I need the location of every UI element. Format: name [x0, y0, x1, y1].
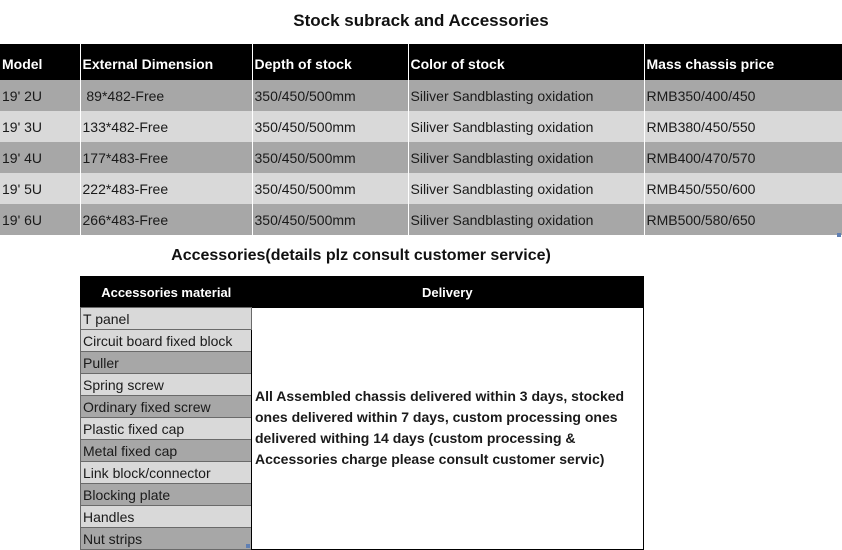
cell-model: 19' 6U: [0, 204, 81, 235]
cell-model: 19' 4U: [0, 142, 81, 173]
table-row: 19' 3U 133*482-Free 350/450/500mm Silive…: [0, 111, 842, 142]
cell-depth: 350/450/500mm: [252, 111, 409, 142]
cell-price: RMB500/580/650: [644, 204, 842, 235]
cell-depth: 350/450/500mm: [252, 173, 409, 204]
accessory-item: Spring screw: [80, 373, 252, 396]
cell-model: 19' 3U: [0, 111, 81, 142]
accessories-table: Accessories material Delivery T panel Al…: [80, 276, 644, 550]
cell-price: RMB400/470/570: [644, 142, 842, 173]
cell-external-dimension: 177*483-Free: [80, 142, 253, 173]
header-model: Model: [0, 44, 81, 80]
header-depth-of-stock: Depth of stock: [252, 44, 409, 80]
cell-external-dimension: 222*483-Free: [80, 173, 253, 204]
cell-external-dimension: 133*482-Free: [80, 111, 253, 142]
cell-external-dimension: 89*482-Free: [80, 80, 253, 111]
accessory-item: T panel: [80, 307, 252, 330]
cell-price: RMB380/450/550: [644, 111, 842, 142]
table-row: 19' 5U 222*483-Free 350/450/500mm Silive…: [0, 173, 842, 204]
table-row: 19' 4U 177*483-Free 350/450/500mm Silive…: [0, 142, 842, 173]
stock-table-header-row: Model External Dimension Depth of stock …: [0, 44, 842, 80]
accessories-header-row: Accessories material Delivery: [80, 276, 644, 308]
accessory-item: Blocking plate: [80, 483, 252, 506]
cell-depth: 350/450/500mm: [252, 142, 409, 173]
cell-color: Siliver Sandblasting oxidation: [408, 80, 645, 111]
cell-depth: 350/450/500mm: [252, 204, 409, 235]
page-title: Stock subrack and Accessories: [293, 11, 549, 30]
table-row: 19' 6U 266*483-Free 350/450/500mm Silive…: [0, 204, 842, 235]
header-accessories-material: Accessories material: [80, 276, 252, 308]
stock-table: Model External Dimension Depth of stock …: [0, 44, 842, 235]
cell-price: RMB450/550/600: [644, 173, 842, 204]
cell-model: 19' 2U: [0, 80, 81, 111]
list-item: T panel All Assembled chassis delivered …: [80, 307, 644, 550]
delivery-info: All Assembled chassis delivered within 3…: [251, 307, 644, 550]
cell-color: Siliver Sandblasting oxidation: [408, 142, 645, 173]
accessory-item: Metal fixed cap: [80, 439, 252, 462]
cell-color: Siliver Sandblasting oxidation: [408, 204, 645, 235]
accessory-item: Circuit board fixed block: [80, 329, 252, 352]
header-delivery: Delivery: [251, 276, 644, 308]
header-external-dimension: External Dimension: [80, 44, 253, 80]
accessory-item: Ordinary fixed screw: [80, 395, 252, 418]
accessory-item: Plastic fixed cap: [80, 417, 252, 440]
resize-handle-icon: [246, 544, 250, 548]
accessory-item: Nut strips: [80, 527, 252, 550]
header-mass-chassis-price: Mass chassis price: [644, 44, 842, 80]
cell-price: RMB350/400/450: [644, 80, 842, 111]
accessories-title: Accessories(details plz consult customer…: [171, 247, 551, 264]
accessory-item: Puller: [80, 351, 252, 374]
cell-external-dimension: 266*483-Free: [80, 204, 253, 235]
table-row: 19' 2U 89*482-Free 350/450/500mm Siliver…: [0, 80, 842, 111]
header-color-of-stock: Color of stock: [408, 44, 645, 80]
resize-handle-icon: [837, 233, 841, 237]
cell-color: Siliver Sandblasting oxidation: [408, 173, 645, 204]
cell-model: 19' 5U: [0, 173, 81, 204]
accessory-item: Link block/connector: [80, 461, 252, 484]
accessory-item: Handles: [80, 505, 252, 528]
cell-color: Siliver Sandblasting oxidation: [408, 111, 645, 142]
cell-depth: 350/450/500mm: [252, 80, 409, 111]
